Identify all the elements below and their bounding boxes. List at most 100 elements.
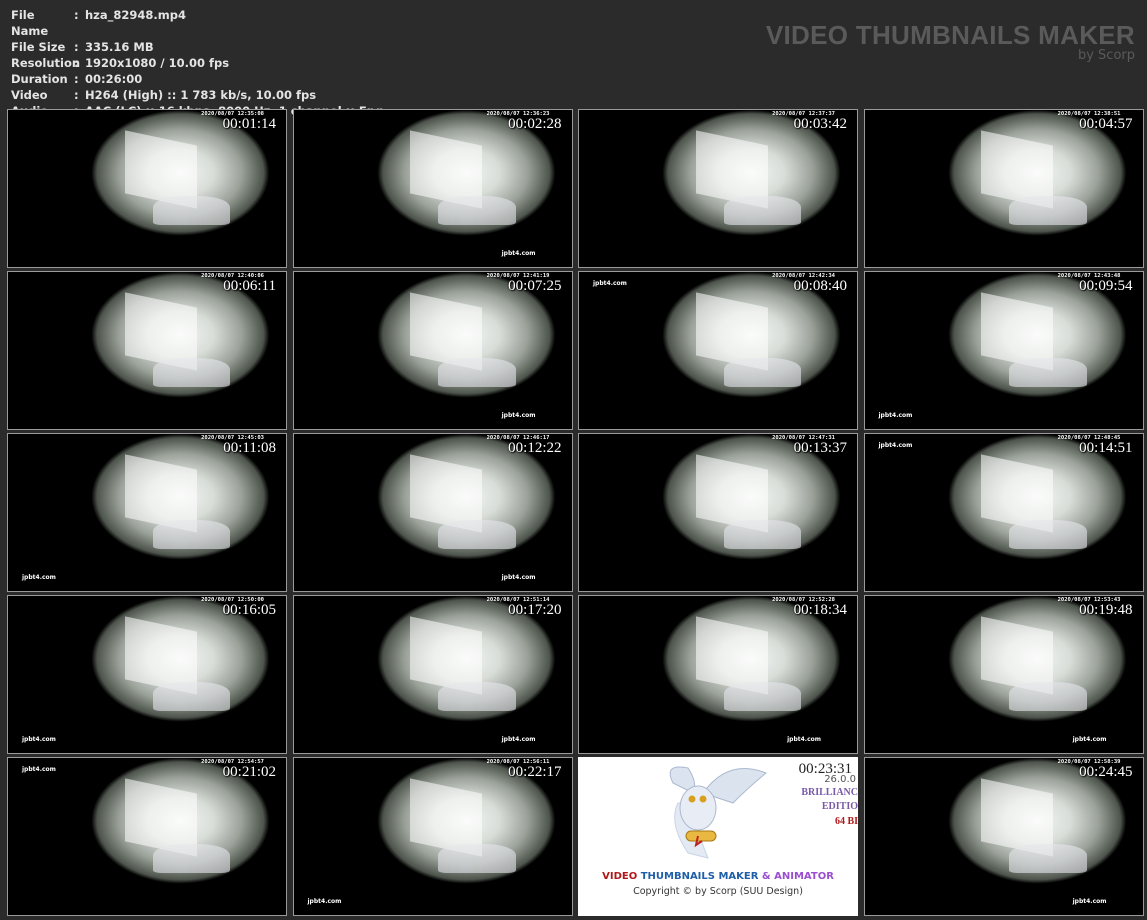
info-value: H264 (High) :: 1 783 kb/s, 10.00 fps [85,88,317,102]
video-thumbnail[interactable]: 2020/08/07 12:53:43 00:19:48 jpbt4.com [863,595,1144,754]
watermark: jpbt4.com [501,250,536,257]
video-frame-image [8,272,286,429]
bits-label: 64 BI [834,816,858,827]
video-frame-image [8,596,286,753]
timestamp: 00:13:37 [793,440,847,456]
info-row: File Name: hza_82948.mp4 [11,7,383,39]
timestamp: 00:19:48 [1079,602,1133,618]
timestamp: 00:17:20 [508,602,562,618]
video-frame-image [8,434,286,591]
video-thumbnail[interactable]: 2020/08/07 12:37:37 00:03:42 [578,109,858,268]
info-value: hza_82948.mp4 [85,8,186,22]
video-thumbnail[interactable]: 2020/08/07 12:45:03 00:11:08 jpbt4.com [7,433,287,592]
info-row: Resolution:1920x1080 / 10.00 fps [11,55,383,71]
timestamp: 00:24:45 [1079,764,1133,780]
info-separator: : [74,40,79,54]
video-thumbnail[interactable]: 2020/08/07 12:50:00 00:16:05 jpbt4.com [7,595,287,754]
product-name: VIDEO THUMBNAILS MAKER & ANIMATOR [578,871,858,882]
info-value: 335.16 MB [85,40,154,54]
info-value: 1920x1080 / 10.00 fps [85,56,230,70]
info-separator: : [74,72,79,86]
watermark: jpbt4.com [501,412,536,419]
video-frame-image [864,758,1143,915]
owl-logo-icon [669,766,767,859]
video-frame-image [293,596,572,753]
edition-line1: BRILLIANC [801,787,858,798]
video-thumbnail[interactable]: 2020/08/07 12:43:48 00:09:54 jpbt4.com [863,271,1144,430]
video-thumbnail[interactable]: 2020/08/07 12:42:34 00:08:40 jpbt4.com [578,271,858,430]
watermark: jpbt4.com [501,736,536,743]
video-frame-image [293,272,572,429]
video-frame-image [8,758,286,915]
timestamp: 00:03:42 [793,116,847,132]
product-name-a: VIDEO [602,871,638,882]
timestamp: 00:22:17 [508,764,562,780]
info-separator: : [74,56,79,70]
timestamp: 00:09:54 [1079,278,1133,294]
video-thumbnail[interactable]: 2020/08/07 12:56:11 00:22:17 jpbt4.com [292,757,573,916]
watermark: jpbt4.com [307,898,342,905]
timestamp: 00:16:05 [222,602,276,618]
video-frame-image [293,110,572,267]
video-frame-image [579,596,857,753]
video-thumbnail[interactable]: 2020/08/07 12:40:06 00:06:11 [7,271,287,430]
timestamp: 00:06:11 [223,278,276,294]
timestamp: 00:12:22 [508,440,562,456]
watermark: jpbt4.com [593,280,627,287]
video-thumbnail[interactable]: 2020/08/07 12:51:14 00:17:20 jpbt4.com [292,595,573,754]
timestamp: 00:08:40 [793,278,847,294]
video-thumbnail[interactable]: 2020/08/07 12:38:51 00:04:57 [863,109,1144,268]
watermark: jpbt4.com [878,412,913,419]
video-thumbnail[interactable]: 2020/08/07 12:46:17 00:12:22 jpbt4.com [292,433,573,592]
info-separator: : [74,88,79,102]
video-thumbnail[interactable]: 2020/08/07 12:48:45 00:14:51 jpbt4.com [863,433,1144,592]
info-key: Duration [11,72,68,86]
video-frame-image [864,596,1143,753]
video-thumbnail[interactable]: 2020/08/07 12:36:23 00:02:28 jpbt4.com [292,109,573,268]
video-frame-image [579,434,857,591]
app-logo-thumbnail[interactable]: 00:23:31 26.0.0 BRILLIANC EDITIO 64 BI V… [578,757,858,916]
info-key: File Size [11,40,66,54]
watermark: jpbt4.com [22,766,56,773]
info-key: File Name [11,8,49,38]
thumbnail-grid: 2020/08/07 12:35:08 00:01:14 2020/08/07 … [7,109,1144,916]
watermark: jpbt4.com [878,442,913,449]
video-frame-image [864,110,1143,267]
video-frame-image [293,434,572,591]
copyright: Copyright © by Scorp (SUU Design) [633,886,803,897]
info-row: Video: H264 (High) :: 1 783 kb/s, 10.00 f… [11,87,383,103]
video-thumbnail[interactable]: 2020/08/07 12:35:08 00:01:14 [7,109,287,268]
video-frame-image [293,758,572,915]
brand-title: VIDEO THUMBNAILS MAKER [765,20,1135,50]
watermark: jpbt4.com [22,736,56,743]
timestamp: 00:07:25 [508,278,562,294]
product-name-c: & ANIMATOR [761,871,834,882]
edition-line2: EDITIO [821,801,858,812]
info-key: Video [11,88,48,102]
product-name-b: THUMBNAILS MAKER [640,871,759,882]
video-thumbnail[interactable]: 2020/08/07 12:58:39 00:24:45 jpbt4.com [863,757,1144,916]
video-thumbnail[interactable]: 2020/08/07 12:52:28 00:18:34 jpbt4.com [578,595,858,754]
version: 26.0.0 [824,774,856,785]
timestamp: 00:21:02 [222,764,276,780]
video-thumbnail[interactable]: 2020/08/07 12:54:57 00:21:02 jpbt4.com [7,757,287,916]
timestamp: 00:11:08 [223,440,276,456]
watermark: jpbt4.com [501,574,536,581]
watermark: jpbt4.com [787,736,821,743]
watermark: jpbt4.com [1072,736,1107,743]
video-thumbnail[interactable]: 2020/08/07 12:47:31 00:13:37 [578,433,858,592]
timestamp: 00:02:28 [508,116,562,132]
video-frame-image [8,110,286,267]
video-thumbnail[interactable]: 2020/08/07 12:41:19 00:07:25 jpbt4.com [292,271,573,430]
video-frame-image [864,272,1143,429]
file-info: File Name: hza_82948.mp4 File Size:335.16 … [11,7,383,119]
info-row: Duration:00:26:00 [11,71,383,87]
timestamp: 00:04:57 [1079,116,1133,132]
watermark: jpbt4.com [1072,898,1107,905]
info-value: 00:26:00 [85,72,143,86]
video-frame-image [579,110,857,267]
brand-logo: VIDEO THUMBNAILS MAKER by Scorp [766,20,1135,63]
video-frame-image [864,434,1143,591]
info-separator: : [74,8,79,22]
timestamp: 00:01:14 [222,116,276,132]
